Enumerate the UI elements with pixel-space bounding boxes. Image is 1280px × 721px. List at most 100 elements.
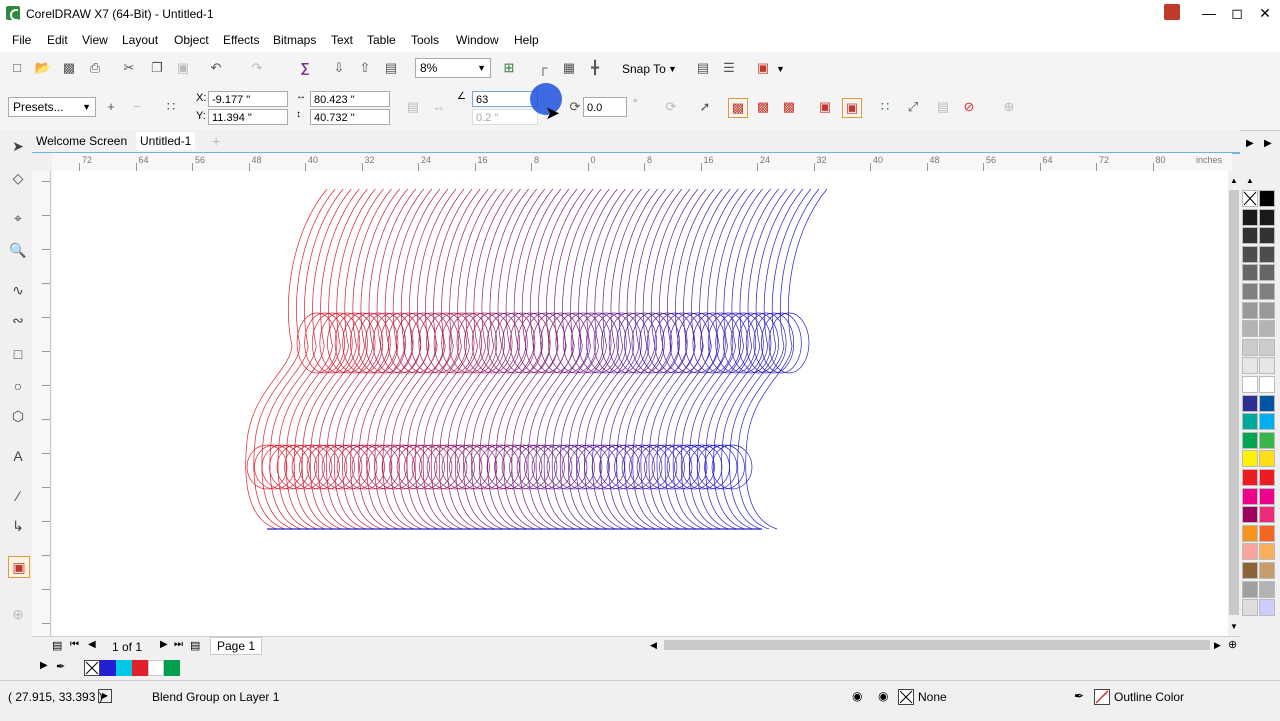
height-field[interactable]: 40.732 ": [310, 109, 390, 125]
more-blend-options-icon[interactable]: ∷: [876, 98, 894, 116]
import-icon[interactable]: ⇩: [330, 59, 348, 77]
ruler-origin[interactable]: [32, 153, 52, 171]
loop-blend-icon[interactable]: ⟳: [662, 98, 680, 116]
palette-swatch[interactable]: [1242, 450, 1258, 468]
publish-pdf-icon[interactable]: ▤: [382, 59, 400, 77]
width-field[interactable]: 80.423 ": [310, 91, 390, 107]
new-icon[interactable]: □: [8, 59, 26, 77]
menu-help[interactable]: Help: [514, 33, 539, 47]
clear-blend-icon[interactable]: ⊘: [960, 98, 978, 116]
parallel-dimension-icon[interactable]: ∕: [8, 486, 28, 506]
artistic-media-icon[interactable]: ∾: [8, 310, 28, 330]
palette-swatch[interactable]: [1242, 320, 1258, 338]
palette-scroll-up-icon[interactable]: ▲: [1246, 176, 1254, 185]
add-tool-icon[interactable]: ⊕: [8, 604, 28, 624]
no-color-swatch[interactable]: [84, 660, 100, 676]
palette-swatch[interactable]: [1259, 580, 1275, 598]
object-acceleration-icon[interactable]: ▣: [816, 98, 834, 116]
menu-edit[interactable]: Edit: [47, 33, 68, 47]
search-content-icon[interactable]: ∑: [296, 59, 314, 77]
palette-swatch[interactable]: [1242, 338, 1258, 356]
clockwise-blend-icon[interactable]: ▩: [754, 98, 772, 116]
palette-swatch[interactable]: [1259, 245, 1275, 263]
chevron-down-icon[interactable]: ▼: [668, 64, 677, 74]
redo-icon[interactable]: ↷: [248, 59, 266, 77]
palette-swatch[interactable]: [1259, 562, 1275, 579]
palette-swatch[interactable]: [1259, 320, 1275, 338]
palette-swatch[interactable]: [1259, 376, 1275, 393]
scroll-down-icon[interactable]: ▼: [1230, 622, 1238, 631]
palette-swatch[interactable]: [1259, 506, 1275, 524]
y-position-field[interactable]: 11.394 ": [208, 109, 288, 125]
tab-untitled-1[interactable]: Untitled-1: [136, 132, 196, 150]
start-end-properties-icon[interactable]: ⤢: [904, 98, 922, 116]
fill-none-swatch[interactable]: [898, 689, 914, 705]
outline-pen-icon[interactable]: ✒: [1074, 689, 1084, 703]
palette-swatch[interactable]: [1259, 431, 1275, 449]
ellipse-tool-icon[interactable]: ○: [8, 376, 28, 396]
palette-swatch[interactable]: [1242, 283, 1258, 300]
palette-swatch[interactable]: [1242, 264, 1258, 282]
quick-customize-icon[interactable]: ⊕: [1000, 98, 1018, 116]
palette-swatch[interactable]: [1242, 599, 1258, 617]
cut-icon[interactable]: ✂: [120, 59, 138, 77]
full-screen-icon[interactable]: ⊞: [500, 59, 518, 77]
text-tool-icon[interactable]: A: [8, 446, 28, 466]
palette-swatch[interactable]: [1259, 487, 1275, 505]
close-button[interactable]: ✕: [1250, 2, 1280, 24]
doc-swatch-green[interactable]: [164, 660, 180, 676]
dock-arrow-icon[interactable]: ▶: [1264, 138, 1272, 149]
vertical-ruler[interactable]: [32, 171, 51, 636]
blend-direction-field[interactable]: 0.0: [583, 97, 627, 117]
zoom-navigator-icon[interactable]: ⊕: [1228, 638, 1237, 651]
palette-swatch[interactable]: [1242, 469, 1258, 486]
object-origin-icon[interactable]: ∷: [162, 98, 180, 116]
palette-swatch[interactable]: [1242, 245, 1258, 263]
eyedropper-icon[interactable]: ✒: [56, 660, 65, 673]
palette-swatch[interactable]: [1242, 413, 1258, 431]
add-page-icon[interactable]: ▤: [190, 639, 200, 652]
palette-swatch[interactable]: [1242, 376, 1258, 393]
direct-blend-icon[interactable]: ▩: [728, 98, 748, 118]
add-page-icon[interactable]: ▤: [52, 639, 62, 652]
next-page-icon[interactable]: ▶: [160, 639, 168, 650]
export-icon[interactable]: ⇧: [356, 59, 374, 77]
menu-table[interactable]: Table: [367, 33, 396, 47]
doc-swatch-red[interactable]: [132, 660, 148, 676]
palette-swatch[interactable]: [1259, 227, 1275, 245]
status-flyout-icon[interactable]: ▶: [98, 689, 112, 703]
last-page-icon[interactable]: ⏭: [174, 639, 183, 650]
palette-swatch[interactable]: [1259, 599, 1275, 617]
minimize-button[interactable]: —: [1194, 2, 1224, 24]
maximize-button[interactable]: ◻: [1222, 2, 1252, 24]
color-palette[interactable]: [1242, 190, 1278, 630]
copy-icon[interactable]: ❐: [148, 59, 166, 77]
palette-swatch[interactable]: [1259, 208, 1275, 226]
show-guidelines-icon[interactable]: ╋: [586, 59, 604, 77]
save-icon[interactable]: ▩: [60, 59, 78, 77]
doc-swatch-cyan[interactable]: [116, 660, 132, 676]
rectangle-tool-icon[interactable]: □: [8, 344, 28, 364]
palette-swatch[interactable]: [1242, 227, 1258, 245]
doc-swatch-white[interactable]: [148, 660, 164, 676]
palette-swatch[interactable]: [1242, 394, 1258, 412]
palette-swatch[interactable]: [1242, 301, 1258, 319]
scroll-right-icon[interactable]: ▶: [1214, 640, 1221, 651]
first-page-icon[interactable]: ⏮: [70, 639, 79, 650]
scroll-left-icon[interactable]: ◀: [650, 640, 657, 651]
show-grid-icon[interactable]: ▦: [560, 59, 578, 77]
palette-swatch[interactable]: [1259, 357, 1275, 375]
palette-swatch[interactable]: [1242, 487, 1258, 505]
outline-color-swatch[interactable]: [1094, 689, 1110, 705]
palette-swatch[interactable]: [1259, 394, 1275, 412]
blend-preset-icon[interactable]: ▤: [404, 98, 422, 116]
menu-view[interactable]: View: [82, 33, 108, 47]
menu-file[interactable]: File: [12, 33, 31, 47]
add-tab-icon[interactable]: +: [212, 133, 220, 149]
chevron-down-icon[interactable]: ▼: [776, 64, 785, 74]
palette-swatch[interactable]: [1242, 562, 1258, 579]
counterclockwise-blend-icon[interactable]: ▩: [780, 98, 798, 116]
presets-dropdown[interactable]: Presets... ▼: [8, 97, 96, 117]
palette-swatch[interactable]: [1259, 283, 1275, 300]
paste-icon[interactable]: ▣: [174, 59, 192, 77]
